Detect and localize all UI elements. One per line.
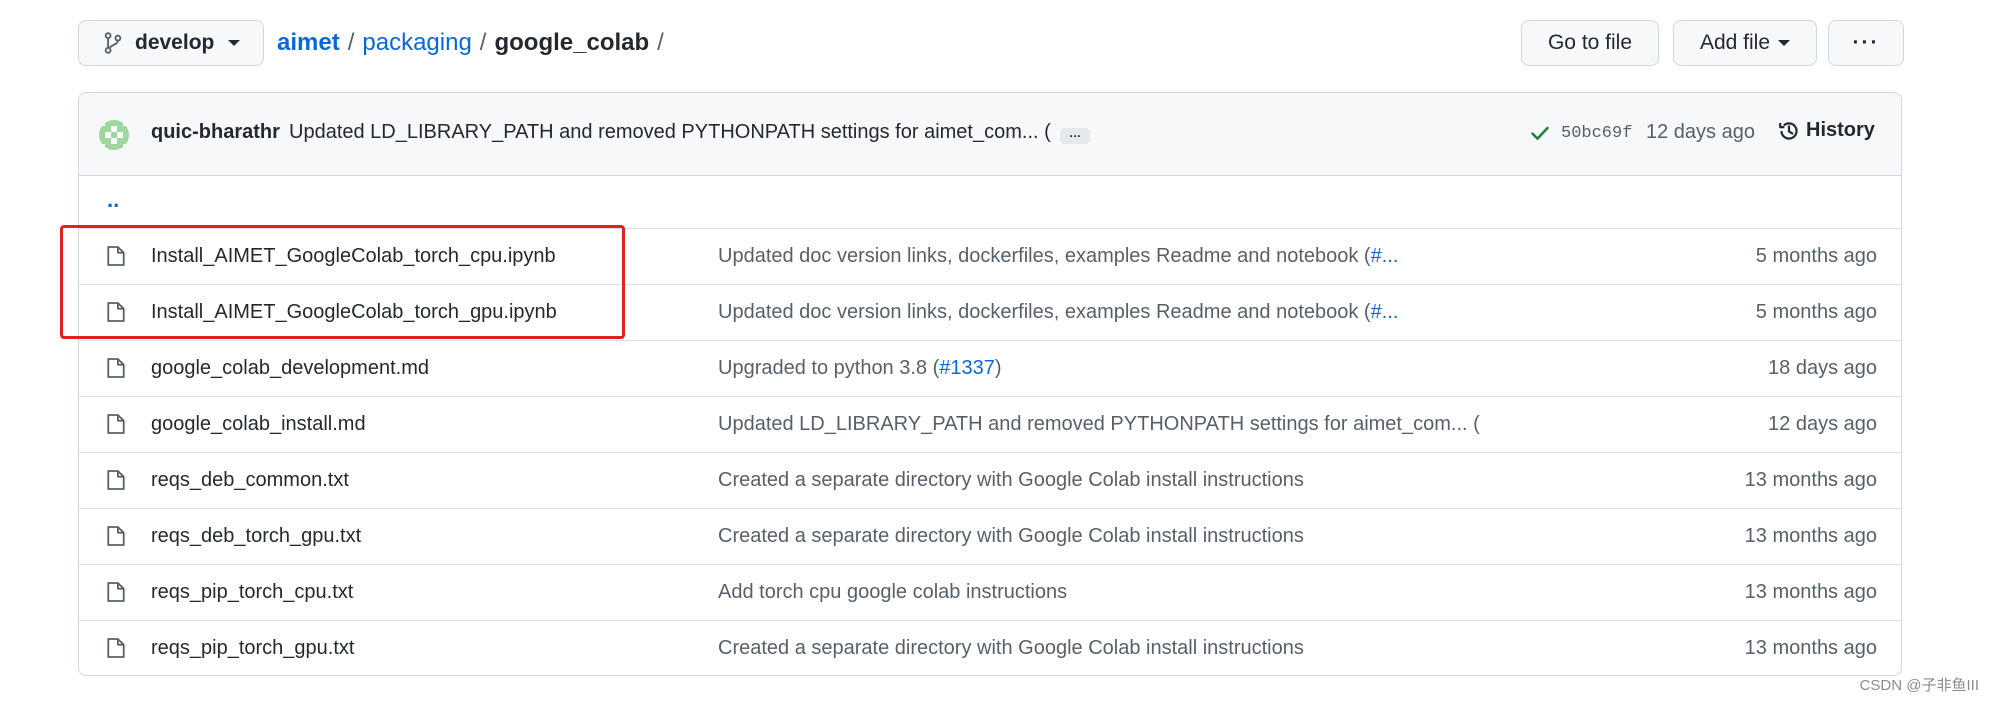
file-commit-age: 13 months ago <box>1744 525 1877 547</box>
commit-author-link[interactable]: quic-bharathr <box>151 121 280 144</box>
file-row[interactable]: reqs_pip_torch_gpu.txt Created a separat… <box>79 621 1901 675</box>
file-icon <box>107 469 125 497</box>
parent-directory-row[interactable]: .. <box>79 175 1901 229</box>
issue-reference-link[interactable]: #... <box>1371 245 1399 267</box>
file-commit-age: 5 months ago <box>1755 301 1877 323</box>
file-commit-message-link[interactable]: Created a separate directory with Google… <box>718 469 1304 492</box>
file-commit-text: Upgraded to python 3.8 ( <box>718 357 940 379</box>
file-commit-text: Updated LD_LIBRARY_PATH and removed PYTH… <box>718 413 1480 435</box>
file-commit-age: 12 days ago <box>1768 413 1877 435</box>
file-commit-age: 5 months ago <box>1755 245 1877 267</box>
file-name-link[interactable]: reqs_pip_torch_gpu.txt <box>151 637 354 660</box>
issue-reference-link[interactable]: #... <box>1371 301 1399 323</box>
file-name-link[interactable]: reqs_deb_torch_gpu.txt <box>151 525 361 548</box>
file-row[interactable]: reqs_deb_torch_gpu.txt Created a separat… <box>79 509 1901 565</box>
file-row[interactable]: reqs_deb_common.txt Created a separate d… <box>79 453 1901 509</box>
kebab-horizontal-icon: ··· <box>1852 31 1880 54</box>
file-commit-text: Updated doc version links, dockerfiles, … <box>718 245 1371 267</box>
add-file-label: Add file <box>1699 31 1771 54</box>
file-commit-text: Updated doc version links, dockerfiles, … <box>718 301 1371 323</box>
go-to-file-label: Go to file <box>1547 31 1633 54</box>
commit-message-link[interactable]: Updated LD_LIBRARY_PATH and removed PYTH… <box>289 121 1051 144</box>
file-commit-text: Created a separate directory with Google… <box>718 469 1304 491</box>
file-commit-message-link[interactable]: Upgraded to python 3.8 (#1337) <box>718 357 1002 380</box>
more-options-button[interactable]: ··· <box>1828 20 1904 66</box>
parent-directory-link[interactable]: .. <box>107 187 119 213</box>
file-commit-age: 18 days ago <box>1768 357 1877 379</box>
file-row[interactable]: google_colab_install.md Updated LD_LIBRA… <box>79 397 1901 453</box>
git-branch-icon <box>103 32 123 54</box>
file-commit-age: 13 months ago <box>1744 637 1877 659</box>
watermark: CSDN @子非鱼III <box>1859 677 1979 694</box>
file-commit-message-link[interactable]: Updated doc version links, dockerfiles, … <box>718 301 1398 324</box>
annotation-highlight-box <box>60 225 625 339</box>
file-commit-text: Add torch cpu google colab instructions <box>718 581 1068 603</box>
file-icon <box>107 525 125 553</box>
file-icon <box>107 581 125 609</box>
breadcrumb-packaging-link[interactable]: packaging <box>362 29 471 57</box>
breadcrumb-separator: / <box>657 29 664 56</box>
file-icon <box>107 413 125 441</box>
file-commit-message-link[interactable]: Updated LD_LIBRARY_PATH and removed PYTH… <box>718 413 1480 436</box>
repo-directory-page: develop aimet / packaging / google_colab… <box>0 0 1995 701</box>
branch-name: develop <box>135 31 215 54</box>
file-commit-text: Created a separate directory with Google… <box>718 637 1304 659</box>
file-navigation-bar: develop aimet / packaging / google_colab… <box>78 20 1904 68</box>
file-name-link[interactable]: reqs_deb_common.txt <box>151 469 349 492</box>
file-commit-age: 13 months ago <box>1744 581 1877 603</box>
chevron-down-icon <box>228 40 241 46</box>
issue-reference-link[interactable]: #1337 <box>939 357 995 379</box>
file-commit-message-link[interactable]: Add torch cpu google colab instructions <box>718 581 1067 604</box>
file-list-box: quic-bharathr Updated LD_LIBRARY_PATH an… <box>78 92 1902 676</box>
breadcrumb-separator: / <box>479 29 487 56</box>
add-file-button[interactable]: Add file <box>1673 20 1817 66</box>
file-commit-message-link[interactable]: Created a separate directory with Google… <box>718 525 1304 548</box>
commit-sha-link[interactable]: 50bc69f <box>1561 124 1632 143</box>
file-commit-text: Created a separate directory with Google… <box>718 525 1304 547</box>
file-row[interactable]: google_colab_development.md Upgraded to … <box>79 341 1901 397</box>
file-name-link[interactable]: google_colab_install.md <box>151 413 366 436</box>
file-icon <box>107 637 125 665</box>
file-commit-age: 13 months ago <box>1744 469 1877 491</box>
go-to-file-button[interactable]: Go to file <box>1521 20 1659 66</box>
chevron-down-icon <box>1778 40 1791 46</box>
file-icon <box>107 357 125 385</box>
file-row[interactable]: reqs_pip_torch_cpu.txt Add torch cpu goo… <box>79 565 1901 621</box>
check-icon[interactable] <box>1529 123 1551 149</box>
history-label: History <box>1806 119 1875 141</box>
file-commit-suffix: ) <box>994 357 1002 379</box>
file-name-link[interactable]: reqs_pip_torch_cpu.txt <box>151 581 353 604</box>
file-name-link[interactable]: google_colab_development.md <box>151 357 429 380</box>
history-icon <box>1778 120 1800 142</box>
file-commit-message-link[interactable]: Created a separate directory with Google… <box>718 637 1304 660</box>
history-link[interactable]: History <box>1778 119 1875 142</box>
breadcrumb-current-folder: google_colab <box>494 29 650 56</box>
file-commit-message-link[interactable]: Updated doc version links, dockerfiles, … <box>718 245 1398 268</box>
latest-commit-bar: quic-bharathr Updated LD_LIBRARY_PATH an… <box>79 93 1901 176</box>
breadcrumb-repo-link[interactable]: aimet <box>277 29 340 57</box>
commit-relative-time: 12 days ago <box>1646 121 1755 143</box>
breadcrumb-separator: / <box>347 29 355 56</box>
branch-select-button[interactable]: develop <box>78 20 264 66</box>
identicon-avatar[interactable] <box>99 120 129 150</box>
breadcrumb: aimet / packaging / google_colab / <box>277 20 672 66</box>
expand-commit-message-button[interactable]: … <box>1060 127 1090 144</box>
